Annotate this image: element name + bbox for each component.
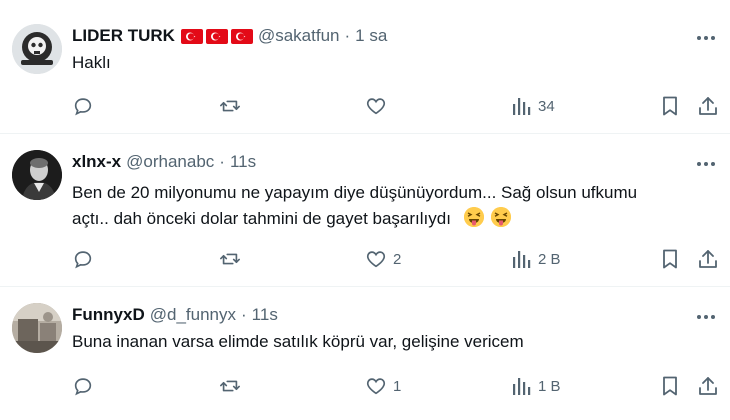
action-bar: 2 2 B xyxy=(72,245,722,273)
reply-button[interactable] xyxy=(72,245,100,273)
views-button[interactable]: 1 B xyxy=(512,372,561,400)
portrait-photo-icon xyxy=(12,150,62,200)
views-chart-icon xyxy=(513,98,531,115)
squinting-face-with-tongue-icon xyxy=(463,207,484,227)
turkey-flag-icon xyxy=(205,28,228,44)
views-count: 2 B xyxy=(538,250,561,268)
views-count: 1 B xyxy=(538,377,561,395)
retweet-button[interactable] xyxy=(218,92,248,120)
bookmark-button[interactable] xyxy=(660,92,680,120)
like-button[interactable]: 1 xyxy=(365,372,401,400)
views-chart-icon xyxy=(513,378,531,395)
heart-icon xyxy=(366,251,386,268)
reply-icon xyxy=(74,251,92,269)
tweet-header: xlnx-x @orhanabc · 11s xyxy=(72,150,256,174)
room-photo-icon xyxy=(12,303,62,353)
tweet-text-line: Buna inanan varsa elimde satılık köprü v… xyxy=(72,332,524,351)
timestamp[interactable]: 11s xyxy=(230,152,256,172)
like-count: 1 xyxy=(393,377,402,395)
share-button[interactable] xyxy=(698,92,718,120)
tweet-text-line-with-emoji: açtı.. dah önceki dolar tahmini de gayet… xyxy=(72,206,692,232)
tweet-header: LIDER TURK @sakatfun · 1 sa xyxy=(72,24,387,48)
reply-button[interactable] xyxy=(72,92,100,120)
tweet-text: Buna inanan varsa elimde satılık köprü v… xyxy=(72,329,692,355)
tweet-header: FunnyxD @d_funnyx · 11s xyxy=(72,303,278,327)
user-handle[interactable]: @d_funnyx xyxy=(150,305,236,325)
squinting-face-with-tongue-icon xyxy=(491,207,512,227)
share-icon xyxy=(699,377,717,395)
display-name[interactable]: xlnx-x xyxy=(72,152,121,172)
more-options-icon[interactable] xyxy=(694,152,718,176)
skull-emblem-icon xyxy=(12,24,62,74)
share-button[interactable] xyxy=(698,245,718,273)
like-button[interactable]: 2 xyxy=(365,245,401,273)
retweet-icon xyxy=(220,253,240,265)
reply-icon xyxy=(74,378,92,396)
timestamp[interactable]: 11s xyxy=(252,305,278,325)
views-button[interactable]: 2 B xyxy=(512,245,561,273)
avatar[interactable] xyxy=(12,24,62,74)
views-count: 34 xyxy=(538,97,555,115)
display-name[interactable]: LIDER TURK xyxy=(72,26,175,46)
timestamp[interactable]: 1 sa xyxy=(355,26,387,46)
action-bar: 1 1 B xyxy=(72,372,722,400)
retweet-icon xyxy=(220,380,240,392)
reply-button[interactable] xyxy=(72,372,100,400)
avatar[interactable] xyxy=(12,150,62,200)
tweet-2[interactable]: xlnx-x @orhanabc · 11s Ben de 20 milyonu… xyxy=(0,134,730,286)
like-count: 2 xyxy=(393,250,402,268)
bookmark-button[interactable] xyxy=(660,372,680,400)
user-handle[interactable]: @orhanabc xyxy=(126,152,214,172)
tweet-1[interactable]: LIDER TURK @sakatfun · 1 sa Haklı 34 xyxy=(0,0,730,133)
heart-icon xyxy=(366,98,386,115)
separator-dot: · xyxy=(241,305,247,324)
retweet-button[interactable] xyxy=(218,372,248,400)
more-options-icon[interactable] xyxy=(694,26,718,50)
bookmark-icon xyxy=(663,96,677,116)
share-icon xyxy=(699,97,717,115)
turkey-flag-icon xyxy=(230,28,253,44)
like-button[interactable] xyxy=(365,92,393,120)
bookmark-button[interactable] xyxy=(660,245,680,273)
tweet-text-line: Ben de 20 milyonumu ne yapayım diye düşü… xyxy=(72,183,638,202)
more-options-icon[interactable] xyxy=(694,305,718,329)
avatar[interactable] xyxy=(12,303,62,353)
bookmark-icon xyxy=(663,249,677,269)
views-button[interactable]: 34 xyxy=(512,92,555,120)
bookmark-icon xyxy=(663,376,677,396)
share-icon xyxy=(699,250,717,268)
separator-dot: · xyxy=(344,26,351,45)
turkey-flag-icon xyxy=(180,28,203,44)
heart-icon xyxy=(366,378,386,395)
display-name[interactable]: FunnyxD xyxy=(72,305,145,325)
tweet-text-line: Haklı xyxy=(72,53,111,72)
views-chart-icon xyxy=(513,251,531,268)
action-bar: 34 xyxy=(72,92,722,120)
share-button[interactable] xyxy=(698,372,718,400)
tweet-text: Haklı xyxy=(72,50,692,76)
retweet-icon xyxy=(220,100,240,112)
separator-dot: · xyxy=(219,152,225,171)
user-handle[interactable]: @sakatfun xyxy=(258,26,340,46)
retweet-button[interactable] xyxy=(218,245,248,273)
tweet-text-line: açtı.. dah önceki dolar tahmini de gayet… xyxy=(72,209,451,228)
reply-icon xyxy=(74,98,92,116)
tweet-text: Ben de 20 milyonumu ne yapayım diye düşü… xyxy=(72,180,692,232)
tweet-3[interactable]: FunnyxD @d_funnyx · 11s Buna inanan vars… xyxy=(0,287,730,420)
